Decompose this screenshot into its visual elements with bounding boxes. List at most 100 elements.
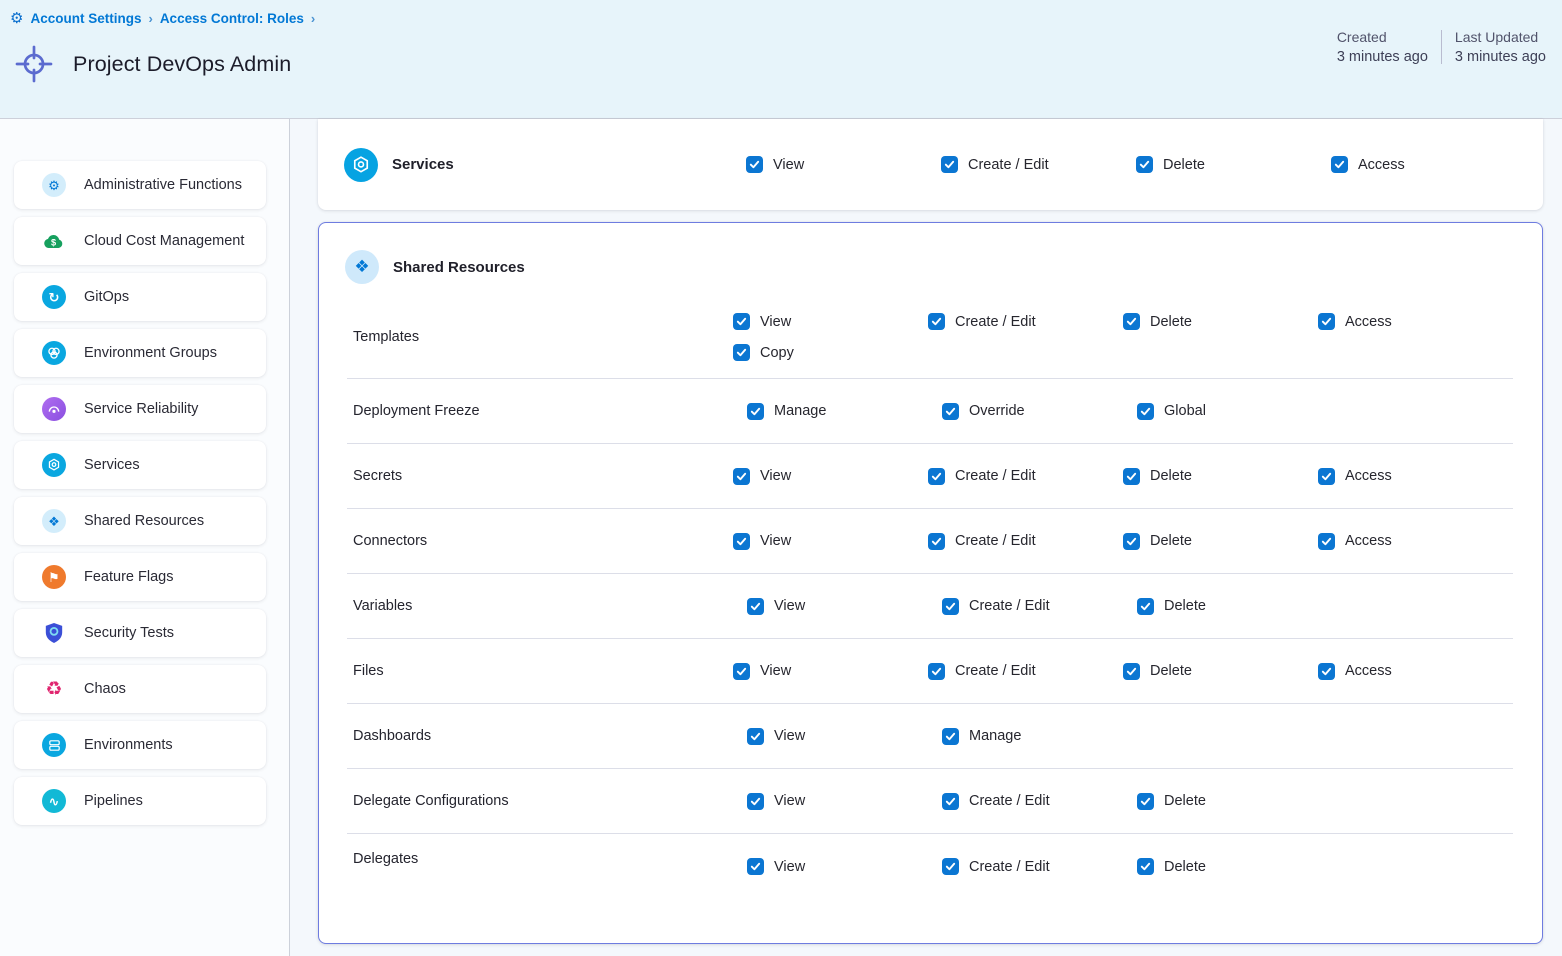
permission-label: Create / Edit xyxy=(969,793,1050,809)
gear-icon: ⚙ xyxy=(42,173,66,197)
checkbox-create-edit[interactable] xyxy=(928,533,945,550)
permission-view: View xyxy=(747,598,942,615)
resource-label: Secrets xyxy=(353,468,733,484)
checkbox-delete[interactable] xyxy=(1137,793,1154,810)
checkbox-view[interactable] xyxy=(733,663,750,680)
permission-label: View xyxy=(774,859,805,875)
checkbox-create-edit[interactable] xyxy=(928,663,945,680)
services-permission-card[interactable]: Services ViewCreate / EditDeleteAccess xyxy=(318,119,1543,210)
checkbox-delete[interactable] xyxy=(1123,313,1140,330)
sidebar-item-security-tests[interactable]: Security Tests xyxy=(14,609,266,657)
permission-row-connectors: Connectors ViewCreate / EditDeleteAccess xyxy=(347,508,1513,573)
checkbox-create-edit[interactable] xyxy=(928,313,945,330)
services-card-header: Services xyxy=(318,148,746,182)
checkbox-delete[interactable] xyxy=(1136,156,1153,173)
resource-groups-sidebar: ⚙ Administrative Functions $ Cloud Cost … xyxy=(0,119,290,956)
checkbox-create-edit[interactable] xyxy=(942,598,959,615)
permission-row-variables: Variables ViewCreate / EditDelete xyxy=(347,573,1513,638)
sidebar-item-environments[interactable]: Environments xyxy=(14,721,266,769)
permission-line: ViewCreate / EditDeleteAccess xyxy=(733,656,1513,687)
checkbox-create-edit[interactable] xyxy=(928,468,945,485)
role-crosshair-icon xyxy=(14,44,54,84)
shared-resources-diamond-icon: ❖ xyxy=(345,250,379,284)
breadcrumb-account-settings[interactable]: Account Settings xyxy=(30,11,141,26)
permission-delete: Delete xyxy=(1137,858,1332,875)
resource-label: Delegates xyxy=(353,851,747,867)
checkbox-create-edit[interactable] xyxy=(942,793,959,810)
permission-label: View xyxy=(760,468,791,484)
sidebar-item-feature-flags[interactable]: ⚑ Feature Flags xyxy=(14,553,266,601)
checkbox-delete[interactable] xyxy=(1123,533,1140,550)
sidebar-item-gitops[interactable]: ↻ GitOps xyxy=(14,273,266,321)
checkbox-manage[interactable] xyxy=(942,728,959,745)
sidebar-item-chaos[interactable]: ♻ Chaos xyxy=(14,665,266,713)
sidebar-item-label: Environments xyxy=(84,737,173,753)
checkbox-access[interactable] xyxy=(1318,468,1335,485)
chaos-pinwheel-icon: ♻ xyxy=(42,677,66,701)
checkbox-view[interactable] xyxy=(747,598,764,615)
sidebar-item-label: Services xyxy=(84,457,140,473)
shield-icon xyxy=(42,621,66,645)
shared-resources-rows: Templates ViewCreate / EditDeleteAccessC… xyxy=(347,296,1513,925)
checkbox-delete[interactable] xyxy=(1137,598,1154,615)
permission-row-files: Files ViewCreate / EditDeleteAccess xyxy=(347,638,1513,703)
checkbox-access[interactable] xyxy=(1318,663,1335,680)
checkbox-create-edit[interactable] xyxy=(942,858,959,875)
permission-delete: Delete xyxy=(1137,793,1332,810)
permission-view: View xyxy=(733,533,928,550)
permission-lines: ViewCreate / EditDelete xyxy=(747,786,1332,817)
breadcrumb-access-control-roles[interactable]: Access Control: Roles xyxy=(160,11,304,26)
permission-lines: ViewCreate / EditDeleteAccessCopy xyxy=(733,306,1513,368)
checkbox-access[interactable] xyxy=(1318,533,1335,550)
permission-label: Delete xyxy=(1150,663,1192,679)
sidebar-item-administrative-functions[interactable]: ⚙ Administrative Functions xyxy=(14,161,266,209)
breadcrumb-separator-icon: › xyxy=(148,11,152,26)
sidebar-item-label: Cloud Cost Management xyxy=(84,233,244,249)
checkbox-access[interactable] xyxy=(1318,313,1335,330)
sidebar-item-pipelines[interactable]: ∿ Pipelines xyxy=(14,777,266,825)
permission-row-deployment-freeze: Deployment Freeze ManageOverrideGlobal xyxy=(347,378,1513,443)
permission-label: Create / Edit xyxy=(955,314,1036,330)
shared-resources-diamond-icon: ❖ xyxy=(42,509,66,533)
permission-view: View xyxy=(733,468,928,485)
permission-lines: ViewCreate / EditDeleteAccess xyxy=(733,526,1513,557)
sidebar-item-service-reliability[interactable]: Service Reliability xyxy=(14,385,266,433)
resource-label: Deployment Freeze xyxy=(353,403,747,419)
checkbox-delete[interactable] xyxy=(1123,468,1140,485)
checkbox-view[interactable] xyxy=(747,728,764,745)
permission-line: ViewCreate / EditDelete xyxy=(747,591,1332,622)
sidebar-item-label: Environment Groups xyxy=(84,345,217,361)
checkbox-view[interactable] xyxy=(733,468,750,485)
checkbox-delete[interactable] xyxy=(1123,663,1140,680)
checkbox-override[interactable] xyxy=(942,403,959,420)
permission-label: Delete xyxy=(1164,793,1206,809)
resource-label: Connectors xyxy=(353,533,733,549)
cloud-dollar-icon: $ xyxy=(42,229,66,253)
permission-manage: Manage xyxy=(942,728,1137,745)
checkbox-view[interactable] xyxy=(733,533,750,550)
checkbox-global[interactable] xyxy=(1137,403,1154,420)
permission-create-edit: Create / Edit xyxy=(942,858,1137,875)
checkbox-copy[interactable] xyxy=(733,344,750,361)
permission-label: Delete xyxy=(1163,157,1205,173)
sidebar-item-services[interactable]: Services xyxy=(14,441,266,489)
sidebar-item-environment-groups[interactable]: Environment Groups xyxy=(14,329,266,377)
sidebar-item-cloud-cost-management[interactable]: $ Cloud Cost Management xyxy=(14,217,266,265)
permission-delete: Delete xyxy=(1123,533,1318,550)
checkbox-view[interactable] xyxy=(733,313,750,330)
shared-resources-permission-card[interactable]: ❖ Shared Resources Templates ViewCreate … xyxy=(318,222,1543,944)
resource-label: Delegate Configurations xyxy=(353,793,747,809)
checkbox-create-edit[interactable] xyxy=(941,156,958,173)
permission-row-templates: Templates ViewCreate / EditDeleteAccessC… xyxy=(347,296,1513,378)
checkbox-view[interactable] xyxy=(746,156,763,173)
checkbox-manage[interactable] xyxy=(747,403,764,420)
checkbox-delete[interactable] xyxy=(1137,858,1154,875)
checkbox-view[interactable] xyxy=(747,793,764,810)
permission-label: View xyxy=(774,728,805,744)
checkbox-view[interactable] xyxy=(747,858,764,875)
flag-icon: ⚑ xyxy=(42,565,66,589)
checkbox-access[interactable] xyxy=(1331,156,1348,173)
sidebar-item-shared-resources[interactable]: ❖ Shared Resources xyxy=(14,497,266,545)
services-hexagon-icon xyxy=(42,453,66,477)
permission-label: Delete xyxy=(1164,859,1206,875)
